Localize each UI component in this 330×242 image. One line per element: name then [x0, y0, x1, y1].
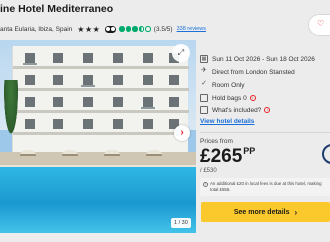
price-amount: £265: [200, 146, 243, 167]
hotel-name[interactable]: ine Hotel Mediterraneo: [0, 3, 113, 15]
cta-label: See more details: [233, 208, 290, 216]
whats-included-row[interactable]: What's included? i: [200, 105, 271, 115]
tripadvisor-bubbles: [119, 26, 151, 32]
photo-pool: [0, 167, 196, 233]
board-row: ✓ Room Only: [200, 80, 245, 90]
price: £265PP: [200, 146, 255, 168]
dates-text: Sun 11 Oct 2026 - Sun 18 Oct 2026: [212, 55, 315, 63]
flight-text: Direct from London Stansted: [212, 68, 295, 76]
local-fees-notice: i An additional £20 in local fees is due…: [200, 178, 330, 196]
hold-bags-value: 0: [243, 94, 247, 102]
calendar-icon: ▦: [200, 55, 208, 63]
whats-included-text: What's included?: [212, 106, 262, 114]
tick-icon: ✓: [201, 80, 207, 87]
info-icon[interactable]: i: [264, 107, 271, 113]
image-counter: 1 / 30: [171, 218, 191, 228]
view-hotel-details-link[interactable]: View hotel details: [200, 118, 254, 125]
dates-row: ▦ Sun 11 Oct 2026 - Sun 18 Oct 2026: [200, 54, 315, 64]
divider: [200, 132, 330, 133]
bubble-icon: [119, 26, 125, 32]
bubble-icon: [125, 26, 132, 32]
total-price: / £530: [200, 168, 217, 174]
bubble-icon: [145, 26, 151, 32]
holiday-card: ine Hotel Mediterraneo anta Eularia, Ibi…: [0, 0, 330, 242]
bubble-icon: [132, 26, 138, 32]
hold-bags-row: Hold bags 0 i: [200, 93, 256, 103]
hold-bags-label: Hold bags: [212, 94, 242, 102]
checklist-icon: [200, 106, 208, 114]
info-icon[interactable]: i: [249, 95, 256, 101]
hotel-meta: anta Eularia, Ibiza, Spain ★★★ (3.5/5) 3…: [0, 24, 206, 34]
flight-row: ✈ Direct from London Stansted: [200, 67, 295, 77]
star-rating: ★★★: [77, 24, 101, 34]
photo-palm: [3, 80, 19, 140]
photo-building: [12, 46, 189, 156]
board-text: Room Only: [212, 81, 245, 89]
bubble-icon: [138, 26, 145, 32]
favourite-button[interactable]: ♡: [308, 14, 330, 36]
reviews-link[interactable]: 338 reviews: [177, 26, 206, 32]
suitcase-icon: [200, 94, 208, 102]
plane-icon: ✈: [201, 67, 207, 74]
info-icon: i: [203, 182, 208, 187]
hotel-header: ine Hotel Mediterraneo anta Eularia, Ibi…: [0, 0, 330, 37]
hotel-photo[interactable]: [0, 40, 196, 233]
price-per-person: PP: [243, 146, 256, 156]
hotel-location: anta Eularia, Ibiza, Spain: [0, 25, 73, 33]
chevron-right-icon: ›: [294, 207, 298, 217]
expand-gallery-button[interactable]: ⤢: [172, 44, 190, 62]
price-gauge-icon: [322, 144, 330, 164]
next-image-button[interactable]: ›: [174, 125, 190, 141]
rating-text: (3.5/5): [153, 25, 173, 33]
heart-icon: ♡: [317, 19, 325, 28]
local-fees-text: An additional £20 in local fees is due a…: [210, 181, 322, 192]
tripadvisor-icon: [105, 25, 117, 33]
prices-from-label: Prices from: [200, 138, 233, 145]
see-more-details-button[interactable]: See more details ›: [201, 202, 330, 222]
